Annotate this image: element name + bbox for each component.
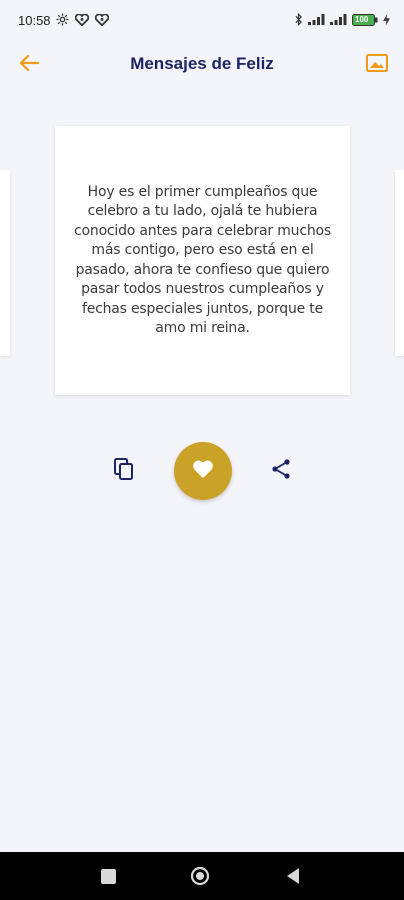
status-time: 10:58 — [18, 13, 51, 28]
previous-card-peek[interactable] — [0, 170, 10, 356]
message-text: Hoy es el primer cumpleaños que celebro … — [74, 183, 331, 337]
system-nav-bar — [0, 852, 404, 900]
favorite-button[interactable] — [174, 442, 232, 500]
message-card: Hoy es el primer cumpleaños que celebro … — [55, 126, 350, 395]
share-button[interactable] — [265, 455, 297, 487]
next-card-peek[interactable] — [395, 170, 404, 356]
bluetooth-icon — [294, 13, 303, 26]
copy-icon — [113, 457, 135, 486]
image-icon — [366, 53, 388, 77]
settings-gear-icon — [56, 13, 69, 26]
home-circle-icon[interactable] — [190, 866, 210, 886]
background-image-button[interactable] — [362, 50, 392, 80]
heart-icon — [192, 459, 214, 484]
signal-icon — [308, 14, 325, 25]
signal-icon — [330, 14, 347, 25]
charging-bolt-icon — [383, 13, 390, 26]
heart-dot-icon — [95, 13, 109, 26]
copy-button[interactable] — [108, 454, 140, 488]
battery-icon: 100 — [352, 13, 378, 26]
recents-square-icon[interactable] — [101, 869, 116, 884]
status-system-icons: 100 — [294, 13, 390, 26]
status-bar: 10:58 100 — [0, 0, 404, 42]
heart-dot-icon — [75, 13, 89, 26]
status-notification-icons — [56, 13, 109, 26]
page-title: Mensajes de Feliz — [130, 54, 274, 73]
app-bar: Mensajes de Feliz — [0, 42, 404, 88]
share-icon — [270, 458, 292, 485]
battery-level: 100 — [355, 14, 369, 24]
back-triangle-icon[interactable] — [284, 867, 302, 885]
